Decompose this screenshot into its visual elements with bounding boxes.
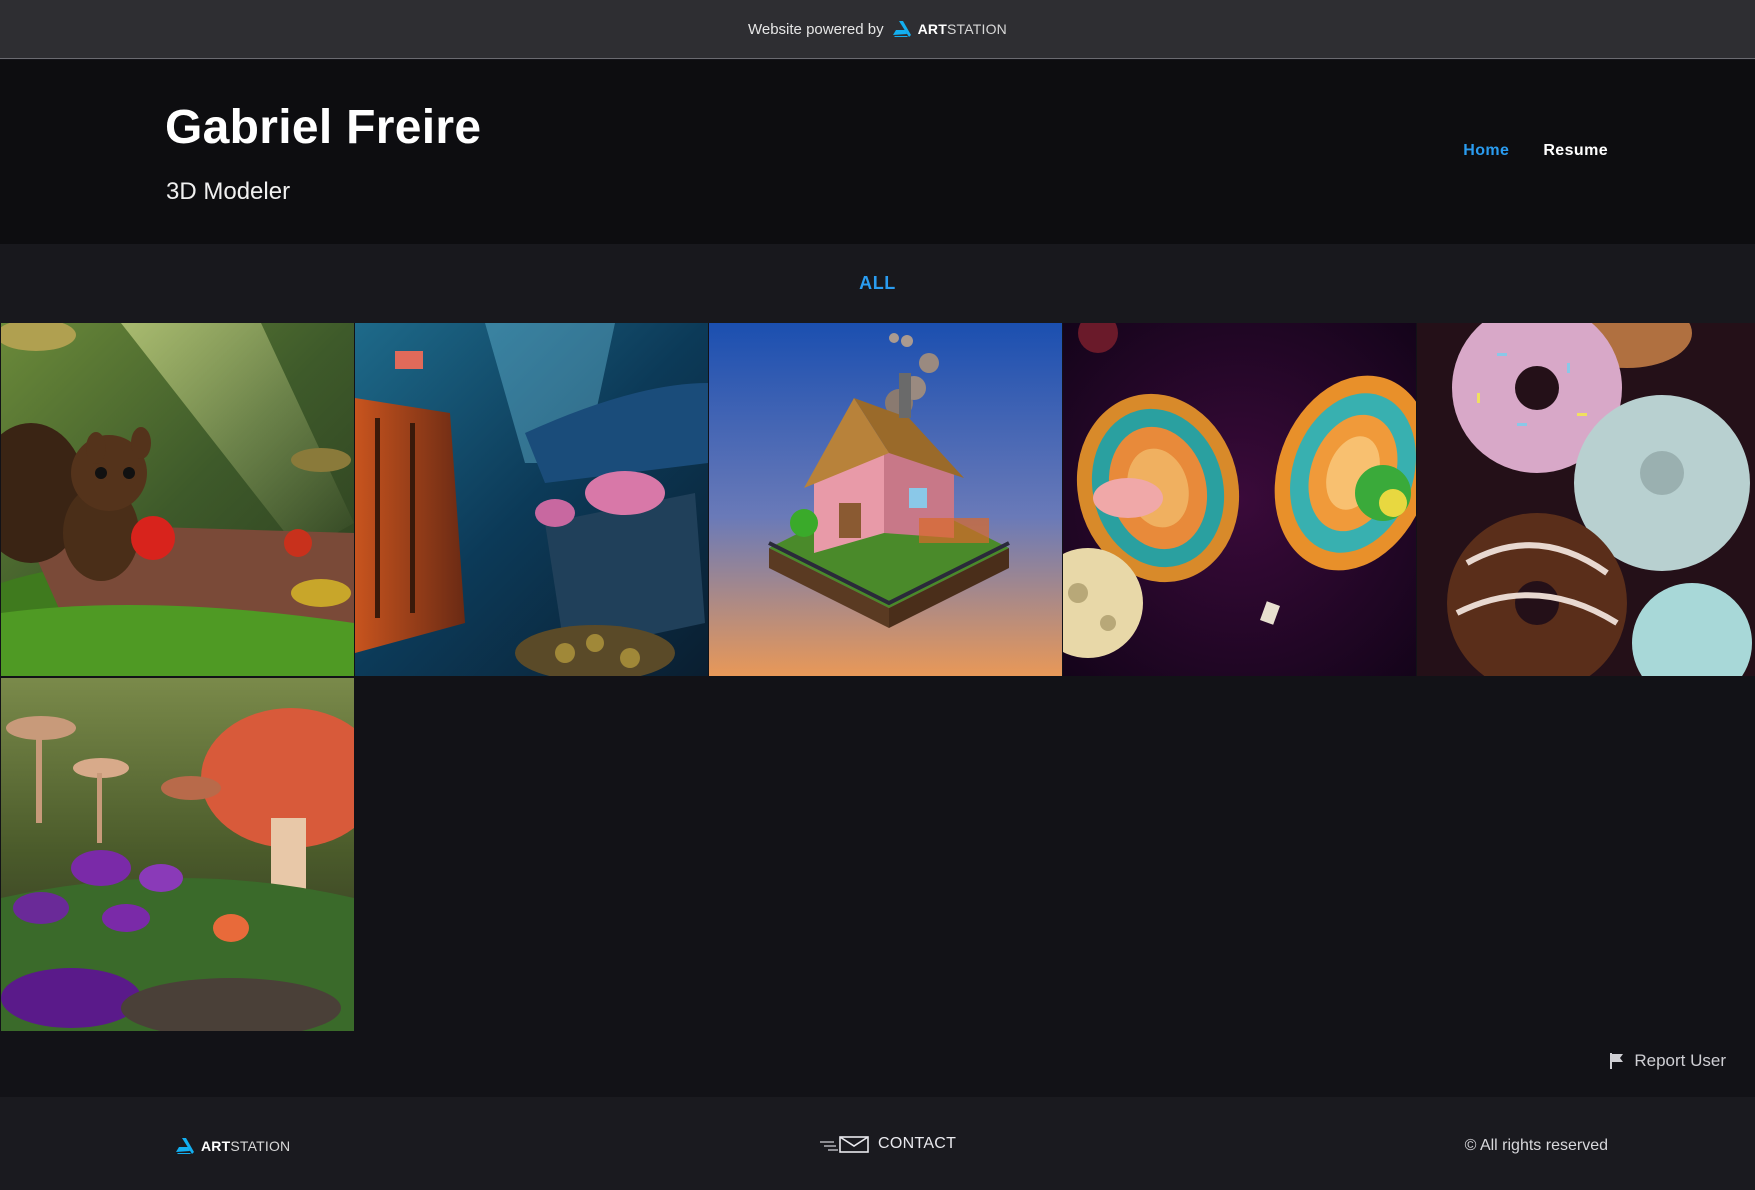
powered-by-bar: Website powered by ARTSTATION [0, 0, 1755, 59]
report-user-link[interactable]: Report User [1610, 1051, 1726, 1071]
nav-home[interactable]: Home [1463, 142, 1509, 160]
space-rings-artwork-image [1063, 323, 1416, 676]
gallery-tile-cottage[interactable] [709, 323, 1062, 676]
report-user-label: Report User [1634, 1051, 1726, 1070]
mushrooms-artwork-image [1, 678, 354, 1031]
mail-icon [820, 1136, 869, 1153]
brand-strong: ART [201, 1138, 231, 1154]
flag-icon [1610, 1053, 1624, 1069]
project-gallery [0, 323, 1755, 1031]
powered-by-text: Website powered by [747, 20, 884, 38]
contact-label: CONTACT [878, 1135, 957, 1152]
gallery-tile-underwater-room[interactable] [355, 323, 708, 676]
artstation-logo-icon [892, 21, 911, 37]
brand-light: STATION [230, 1138, 291, 1154]
site-header: Gabriel Freire 3D Modeler Home Resume [0, 60, 1755, 244]
gallery-tile-squirrel[interactable] [1, 323, 354, 676]
site-title[interactable]: Gabriel Freire [165, 101, 481, 155]
filter-all[interactable]: ALL [859, 273, 896, 294]
footer-artstation-logo[interactable]: ARTSTATION [175, 1137, 290, 1155]
cottage-artwork-image [709, 323, 1062, 676]
contact-link[interactable]: CONTACT [820, 1135, 956, 1153]
brand-light: STATION [947, 21, 1007, 37]
squirrel-artwork-image [1, 323, 354, 676]
artstation-logo-link[interactable]: ARTSTATION [892, 20, 1007, 38]
site-subtitle: 3D Modeler [166, 178, 291, 205]
donuts-artwork-image [1417, 323, 1755, 676]
category-filter-bar: ALL [0, 244, 1755, 323]
gallery-tile-donuts[interactable] [1417, 323, 1755, 676]
gallery-tile-mushrooms[interactable] [1, 678, 354, 1031]
artstation-logo-icon [176, 1138, 194, 1154]
nav-resume[interactable]: Resume [1543, 142, 1608, 160]
underwater-room-artwork-image [355, 323, 708, 676]
main-nav: Home Resume [1463, 142, 1608, 160]
site-footer: ARTSTATION CONTACT © All rights reserved [0, 1097, 1755, 1190]
gallery-tile-space-rings[interactable] [1063, 323, 1416, 676]
brand-strong: ART [917, 21, 947, 37]
copyright-text: © All rights reserved [1464, 1137, 1608, 1154]
